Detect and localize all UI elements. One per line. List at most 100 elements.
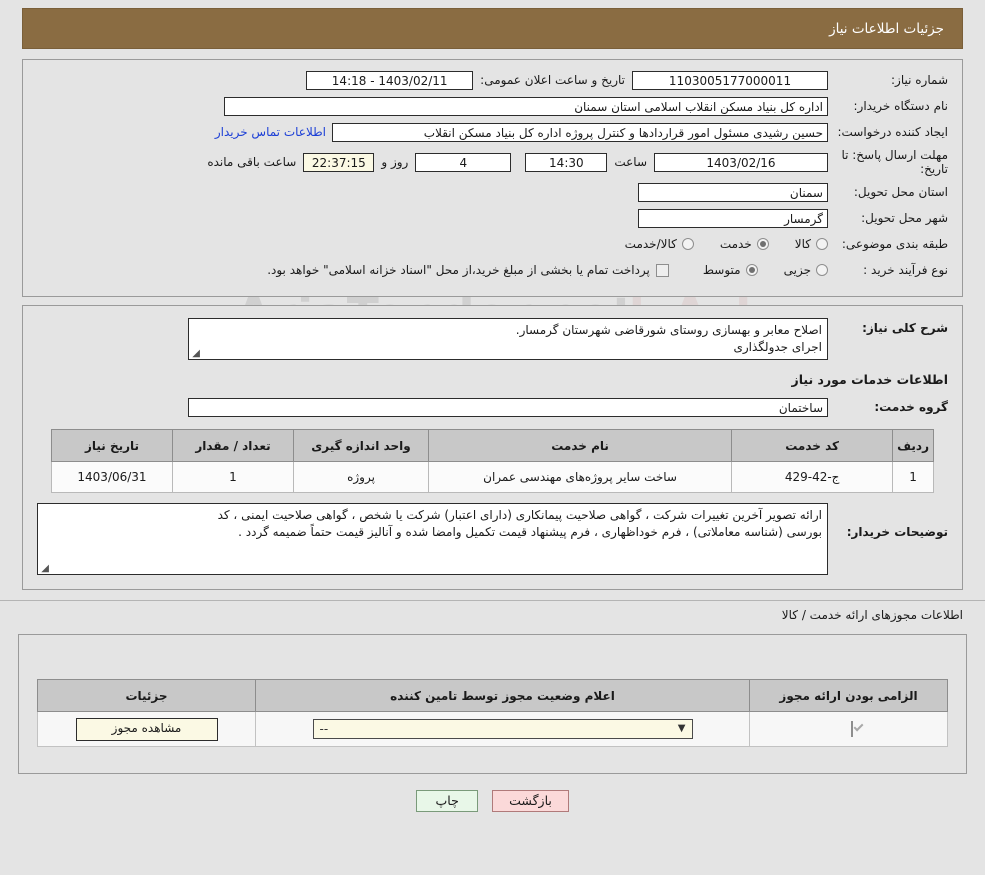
cell-permit-details: مشاهده مجوز: [37, 711, 256, 747]
description-line-1: اصلاح معابر و بهسازی روستای شورقاضی شهرس…: [515, 323, 822, 337]
col-permit-status: اعلام وضعیت مجوز توسط تامین کننده: [255, 679, 750, 712]
treasury-checkbox[interactable]: [655, 263, 669, 277]
category-option-label: کالا/خدمت: [624, 237, 677, 251]
process-option-label: متوسط: [702, 263, 741, 277]
city-value: گرمسار: [638, 208, 828, 228]
announce-datetime-label: تاریخ و ساعت اعلان عمومی:: [480, 73, 625, 87]
view-permit-button[interactable]: مشاهده مجوز: [75, 717, 218, 741]
need-number-row: شماره نیاز: 1103005177000011 تاریخ و ساع…: [37, 70, 948, 90]
deadline-label: مهلت ارسال پاسخ: تا تاریخ:: [841, 148, 948, 176]
col-index: ردیف: [892, 429, 934, 462]
category-option-label: خدمت: [719, 237, 752, 251]
cell-name: ساخت سایر پروژه‌های مهندسی عمران: [427, 461, 733, 493]
col-code: کد خدمت: [731, 429, 894, 462]
buyer-contact-link[interactable]: اطلاعات تماس خریدار: [209, 125, 332, 139]
cell-quantity: 1: [172, 461, 294, 493]
buyer-notes-line-1: ارائه تصویر آخرین تغییرات شرکت ، گواهی ص…: [217, 508, 822, 522]
province-value: سمنان: [638, 182, 828, 202]
cell-permit-status: ▼ --: [255, 711, 750, 747]
table-row: 1 ج-42-429 ساخت سایر پروژه‌های مهندسی عم…: [51, 461, 934, 493]
col-need-date: تاریخ نیاز: [51, 429, 173, 462]
radio-icon: [816, 264, 828, 276]
buyer-org-label: نام دستگاه خریدار:: [853, 98, 949, 113]
need-number-label: شماره نیاز:: [891, 72, 948, 87]
col-quantity: تعداد / مقدار: [172, 429, 294, 462]
radio-icon: [756, 238, 769, 250]
permit-status-value: --: [319, 722, 329, 736]
category-option-kala[interactable]: کالا: [795, 237, 828, 251]
permit-status-select[interactable]: ▼ --: [312, 719, 693, 739]
deadline-row: مهلت ارسال پاسخ: تا تاریخ: 1403/02/16 سا…: [37, 148, 948, 176]
deadline-time-value: 14:30: [525, 152, 608, 172]
footer-actions: بازگشت چاپ: [0, 790, 985, 812]
category-radio-group: کالا خدمت کالا/خدمت: [599, 237, 828, 251]
category-option-label: کالا: [794, 237, 811, 251]
chevron-down-icon: ▼: [677, 723, 686, 734]
permit-required-checkbox: [850, 721, 853, 737]
announce-datetime-value: 1403/02/11 - 14:18: [306, 70, 474, 90]
cell-index: 1: [892, 461, 934, 493]
col-name: نام خدمت: [427, 429, 733, 462]
service-group-label: گروه خدمت:: [874, 399, 948, 414]
category-label: طبقه بندی موضوعی:: [841, 236, 948, 251]
buyer-notes-line-2: بورسی (شناسه معاملاتی) ، فرم خوداظهاری ،…: [238, 525, 822, 539]
remaining-time-value: 22:37:15: [303, 152, 375, 172]
col-permit-details: جزئیات: [37, 679, 256, 712]
services-table-header-row: ردیف کد خدمت نام خدمت واحد اندازه گیری ت…: [51, 429, 934, 462]
radio-icon: [681, 238, 694, 250]
service-group-row: گروه خدمت: ساختمان: [37, 397, 948, 417]
process-type-label: نوع فرآیند خرید :: [863, 262, 948, 277]
requester-value: حسین رشیدی مسئول امور قراردادها و کنترل …: [332, 122, 828, 142]
services-table: ردیف کد خدمت نام خدمت واحد اندازه گیری ت…: [51, 429, 934, 493]
deadline-date-value: 1403/02/16: [654, 152, 828, 172]
buyer-notes-textarea[interactable]: ارائه تصویر آخرین تغییرات شرکت ، گواهی ص…: [37, 503, 828, 575]
province-label: استان محل تحویل:: [853, 184, 948, 199]
radio-icon: [816, 238, 828, 250]
radio-icon: [745, 264, 758, 276]
cell-need-date: 1403/06/31: [51, 461, 173, 493]
remaining-suffix-label: ساعت باقی مانده: [207, 155, 297, 169]
need-info-panel: شماره نیاز: 1103005177000011 تاریخ و ساع…: [22, 59, 963, 297]
category-option-kala-khedmat[interactable]: کالا/خدمت: [625, 237, 694, 251]
service-group-value: ساختمان: [188, 397, 828, 417]
cell-unit: پروژه: [293, 461, 429, 493]
city-row: شهر محل تحویل: گرمسار: [37, 208, 948, 228]
process-option-jozee[interactable]: جزیی: [784, 263, 828, 277]
deadline-time-label: ساعت: [614, 155, 647, 169]
city-label: شهر محل تحویل:: [861, 210, 948, 225]
buyer-org-value: اداره کل بنیاد مسکن انقلاب اسلامی استان …: [224, 96, 828, 116]
permits-table: الزامی بودن ارائه مجوز اعلام وضعیت مجوز …: [37, 679, 948, 747]
description-line-2: اجرای جدولگذاری: [733, 340, 822, 354]
permits-panel: الزامی بودن ارائه مجوز اعلام وضعیت مجوز …: [18, 634, 967, 774]
cell-permit-required: [749, 711, 948, 747]
general-description-row: شرح کلی نیاز: اصلاح معابر و بهسازی روستا…: [37, 318, 948, 360]
category-row: طبقه بندی موضوعی: کالا خدمت کالا/خدمت: [37, 234, 948, 254]
remaining-days-value: 4: [415, 152, 512, 172]
back-button[interactable]: بازگشت: [492, 790, 569, 812]
services-table-wrap: ردیف کد خدمت نام خدمت واحد اندازه گیری ت…: [51, 429, 934, 493]
permits-section-label: اطلاعات مجوزهای ارائه خدمت / کالا: [781, 608, 963, 622]
days-and-label: روز و: [381, 155, 409, 169]
cell-code: ج-42-429: [731, 461, 894, 493]
services-panel: شرح کلی نیاز: اصلاح معابر و بهسازی روستا…: [22, 305, 963, 590]
requester-label: ایجاد کننده درخواست:: [837, 124, 948, 139]
process-option-motevaset[interactable]: متوسط: [703, 263, 758, 277]
process-option-label: جزیی: [783, 263, 811, 277]
buyer-notes-row: توضیحات خریدار: ارائه تصویر آخرین تغییرا…: [37, 503, 948, 575]
col-unit: واحد اندازه گیری: [293, 429, 429, 462]
table-row: ▼ -- مشاهده مجوز: [37, 711, 948, 747]
general-description-textarea[interactable]: اصلاح معابر و بهسازی روستای شورقاضی شهرس…: [188, 318, 828, 360]
permits-table-header-row: الزامی بودن ارائه مجوز اعلام وضعیت مجوز …: [37, 679, 948, 712]
process-radio-group: جزیی متوسط: [677, 263, 828, 277]
col-permit-required: الزامی بودن ارائه مجوز: [749, 679, 948, 712]
resize-grip-icon[interactable]: ◢: [40, 564, 49, 574]
page-title: جزئیات اطلاعات نیاز: [22, 8, 963, 49]
process-type-row: نوع فرآیند خرید : جزیی متوسط پرداخت تمام…: [37, 260, 948, 280]
category-option-khedmat[interactable]: خدمت: [720, 237, 769, 251]
print-button[interactable]: چاپ: [416, 790, 479, 812]
requester-row: ایجاد کننده درخواست: حسین رشیدی مسئول ام…: [37, 122, 948, 142]
need-number-value: 1103005177000011: [632, 70, 828, 90]
treasury-note-text: پرداخت تمام یا بخشی از مبلغ خرید،از محل …: [267, 263, 650, 277]
resize-grip-icon[interactable]: ◢: [191, 349, 200, 359]
general-description-label: شرح کلی نیاز:: [862, 321, 948, 335]
